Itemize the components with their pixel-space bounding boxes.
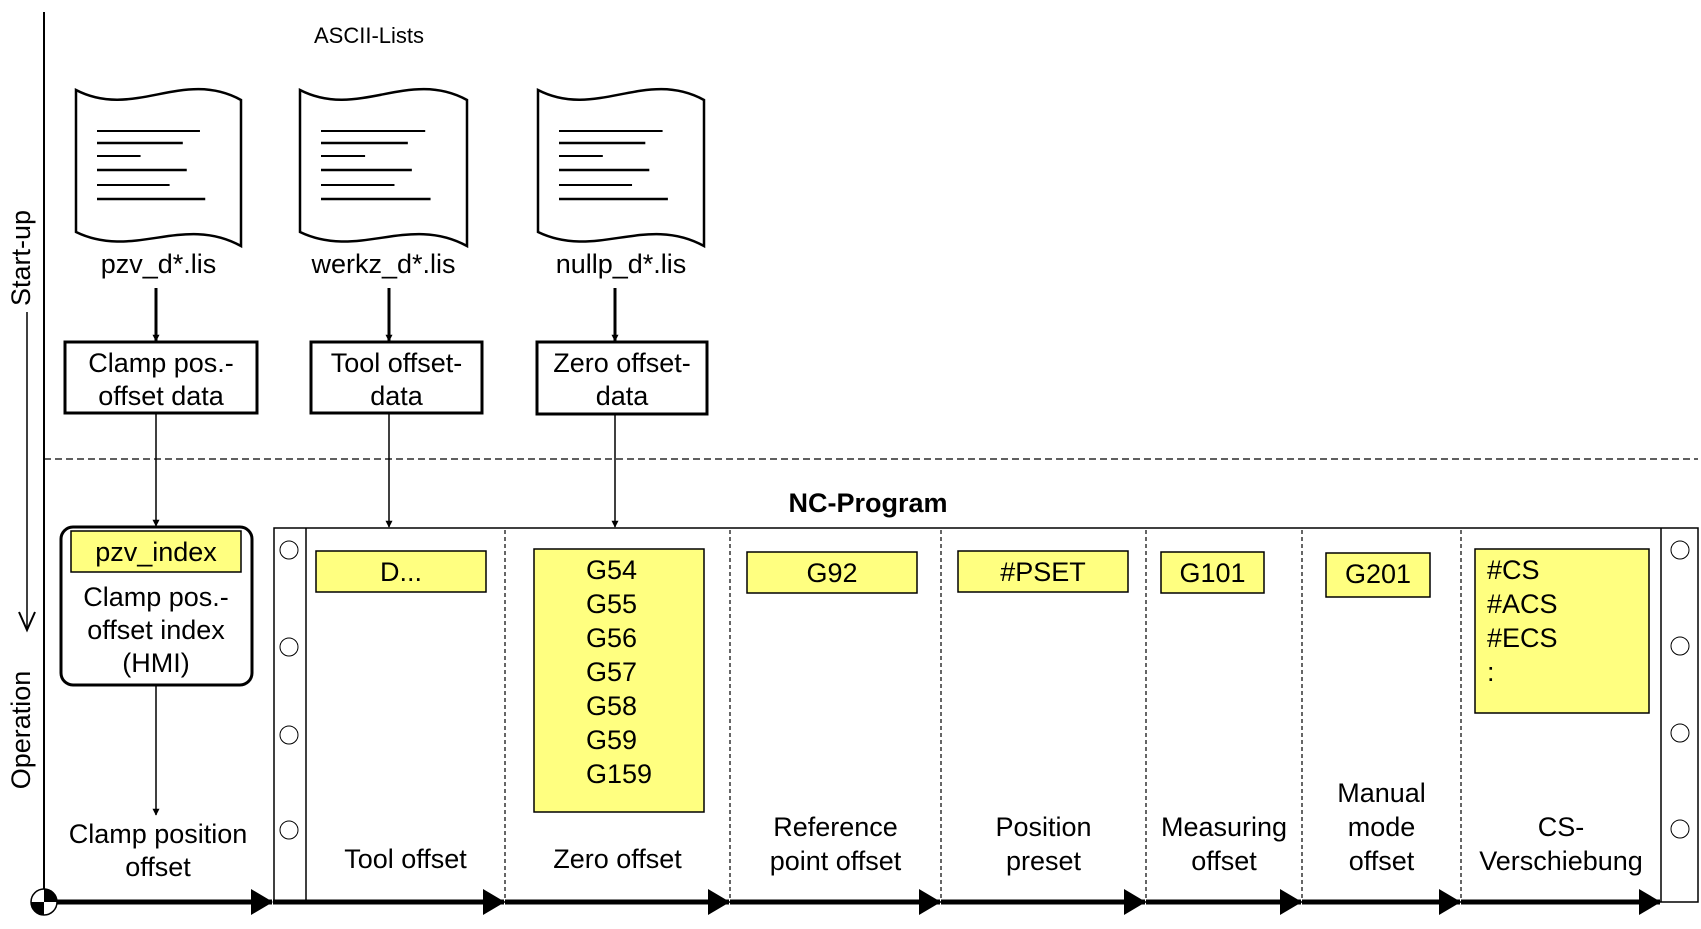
g-code: G101 — [1179, 558, 1245, 588]
section-label: Manual — [1337, 778, 1426, 808]
section-label: Measuring — [1161, 812, 1287, 842]
strip-hole-icon — [1670, 819, 1690, 839]
offset-data-box-line: offset data — [98, 381, 225, 411]
g-code: : — [1487, 657, 1495, 687]
g-code: G58 — [586, 691, 637, 721]
g-code: #CS — [1487, 555, 1540, 585]
g-code: D... — [380, 557, 422, 587]
clamp-result-line-2: offset — [125, 852, 191, 882]
hmi-line-2: offset index — [87, 615, 225, 645]
ascii-list-filename: pzv_d*.lis — [101, 249, 217, 279]
origin-icon — [30, 888, 58, 916]
phase-startup-label: Start-up — [6, 210, 36, 306]
hmi-code: pzv_index — [95, 537, 217, 567]
nc-program-title: NC-Program — [788, 488, 947, 518]
section-label: mode — [1348, 812, 1416, 842]
hmi-line-3: (HMI) — [122, 648, 189, 678]
strip-hole-icon — [1670, 540, 1690, 560]
g-code: #PSET — [1000, 557, 1086, 587]
offset-flow-diagram: Start-up Operation ASCII-Lists pzv_d*.li… — [6, 12, 1699, 916]
hmi-line-1: Clamp pos.- — [83, 582, 229, 612]
section-label: preset — [1006, 846, 1082, 876]
g-code: G92 — [806, 558, 857, 588]
strip-hole-icon — [279, 725, 299, 745]
g-code: G55 — [586, 589, 637, 619]
offset-data-box: Tool offset-data — [309, 340, 484, 415]
strip-hole-icon — [279, 540, 299, 560]
section-label: Reference — [773, 812, 898, 842]
strip-hole-icon — [1670, 723, 1690, 743]
g-code: G56 — [586, 623, 637, 653]
ascii-list-filename: nullp_d*.lis — [556, 249, 687, 279]
g-code: G57 — [586, 657, 637, 687]
offset-data-box-line: Tool offset- — [331, 348, 463, 378]
g-code: G201 — [1345, 559, 1411, 589]
offset-data-box-line: Zero offset- — [553, 348, 691, 378]
g-code: #ACS — [1487, 589, 1558, 619]
ascii-list-filename: werkz_d*.lis — [310, 249, 455, 279]
clamp-result-line-1: Clamp position — [69, 819, 248, 849]
section-label: CS- — [1538, 812, 1585, 842]
offset-data-box-line: data — [596, 381, 650, 411]
ascii-lists-title: ASCII-Lists — [314, 23, 424, 48]
ascii-list-document-icon — [298, 87, 469, 249]
section-label: offset — [1191, 846, 1257, 876]
section-label: Zero offset — [553, 844, 682, 874]
g-code: G159 — [586, 759, 652, 789]
g-code: G59 — [586, 725, 637, 755]
section-label: Tool offset — [344, 844, 467, 874]
section-label: point offset — [770, 846, 902, 876]
strip-hole-icon — [1670, 636, 1690, 656]
hmi-index-box: pzv_index Clamp pos.- offset index (HMI) — [59, 525, 254, 687]
section-label: Position — [995, 812, 1091, 842]
strip-hole-icon — [279, 637, 299, 657]
strip-hole-icon — [279, 820, 299, 840]
phase-operation-label: Operation — [6, 671, 36, 790]
section-label: offset — [1349, 846, 1415, 876]
offset-data-box: Zero offset-data — [535, 340, 709, 416]
section-label: Verschiebung — [1479, 846, 1643, 876]
offset-data-box-line: data — [370, 381, 424, 411]
offset-data-box: Clamp pos.-offset data — [63, 340, 259, 415]
ascii-list-document-icon — [536, 87, 706, 249]
g-code: G54 — [586, 555, 637, 585]
g-code: #ECS — [1487, 623, 1558, 653]
offset-data-box-line: Clamp pos.- — [88, 348, 234, 378]
timeline-arrowhead — [251, 889, 273, 915]
ascii-list-document-icon — [74, 87, 243, 249]
